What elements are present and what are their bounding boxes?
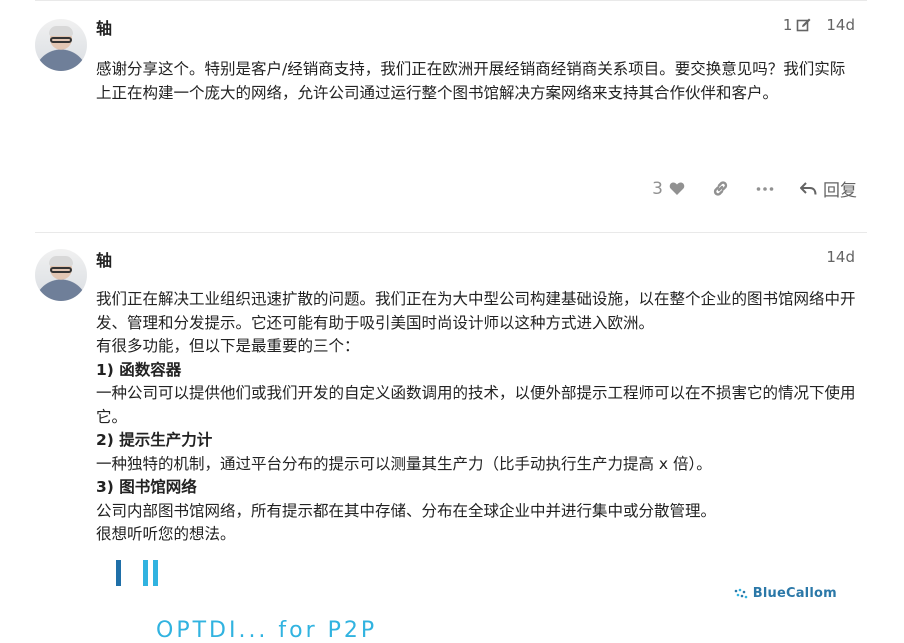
post-username[interactable]: 轴 <box>96 247 112 271</box>
avatar-glasses <box>50 267 72 273</box>
logo-bar-light-1 <box>143 560 148 586</box>
like-button[interactable]: 3 <box>652 179 685 199</box>
avatar-hair <box>49 256 73 266</box>
feature-description-1: 一种公司可以提供他们或我们开发的自定义函数调用的技术，以便外部提示工程师可以在不… <box>96 384 856 426</box>
feature-heading-3: 3) 图书馆网络 <box>96 478 197 496</box>
embedded-image-preview[interactable]: BlueCallom OPTDI... for P2P <box>96 560 856 643</box>
feature-heading-1: 1) 函数容器 <box>96 360 182 379</box>
edit-count[interactable]: 1 <box>783 16 793 34</box>
user-avatar[interactable] <box>35 19 87 71</box>
feature-description-3: 公司内部图书馆网络，所有提示都在其中存储、分布在全球企业中并进行集中或分散管理。 <box>96 501 717 520</box>
image-partial-title: OPTDI... for P2P <box>156 618 378 643</box>
post-body: 感谢分享这个。特别是客户/经销商支持，我们正在欧洲开展经销商经销商关系项目。要交… <box>96 58 860 105</box>
edit-pencil-icon[interactable] <box>796 17 812 33</box>
post-age[interactable]: 14d <box>826 248 855 266</box>
post-actions: 3 回复 <box>626 176 857 202</box>
reply-button[interactable]: 回复 <box>800 176 857 201</box>
post-intro: 我们正在解决工业组织迅速扩散的问题。我们正在为大中型公司构建基础设施，以在整个企… <box>96 290 856 332</box>
post-features-intro: 有很多功能，但以下是最重要的三个： <box>96 337 360 355</box>
link-icon <box>713 181 728 196</box>
share-link-button[interactable] <box>711 179 730 198</box>
post-username[interactable]: 轴 <box>96 15 112 39</box>
brand-name: BlueCallom <box>752 586 837 601</box>
top-divider <box>35 0 867 1</box>
like-count: 3 <box>652 178 663 199</box>
user-avatar[interactable] <box>35 249 87 301</box>
heart-icon <box>669 182 685 195</box>
reply-arrow-icon <box>800 181 817 195</box>
avatar-hair <box>49 26 73 36</box>
feature-description-2: 一种独特的机制，通过平台分布的提示可以测量其生产力（比手动执行生产力提高 x 倍… <box>96 454 712 473</box>
post-paragraph: 感谢分享这个。特别是客户/经销商支持，我们正在欧洲开展经销商经销商关系项目。要交… <box>96 60 846 102</box>
feature-heading-2: 2) 提示生产力计 <box>96 431 213 449</box>
more-options-button[interactable] <box>756 186 774 192</box>
post-closing: 很想听听您的想法。 <box>96 525 236 543</box>
post-meta: 1 14d <box>783 16 855 34</box>
post-meta: 14d <box>826 248 855 266</box>
bluecallom-logo: BlueCallom <box>734 586 837 601</box>
logo-dots-icon <box>734 588 748 598</box>
reply-label: 回复 <box>823 181 857 201</box>
logo-bar-light-2 <box>153 560 158 586</box>
post-body: 我们正在解决工业组织迅速扩散的问题。我们正在为大中型公司构建基础设施，以在整个企… <box>96 288 860 547</box>
avatar-glasses <box>50 37 72 43</box>
more-dots-icon <box>756 186 774 191</box>
logo-bar-dark <box>116 560 121 586</box>
post-divider <box>35 232 867 233</box>
post-age[interactable]: 14d <box>826 16 855 34</box>
